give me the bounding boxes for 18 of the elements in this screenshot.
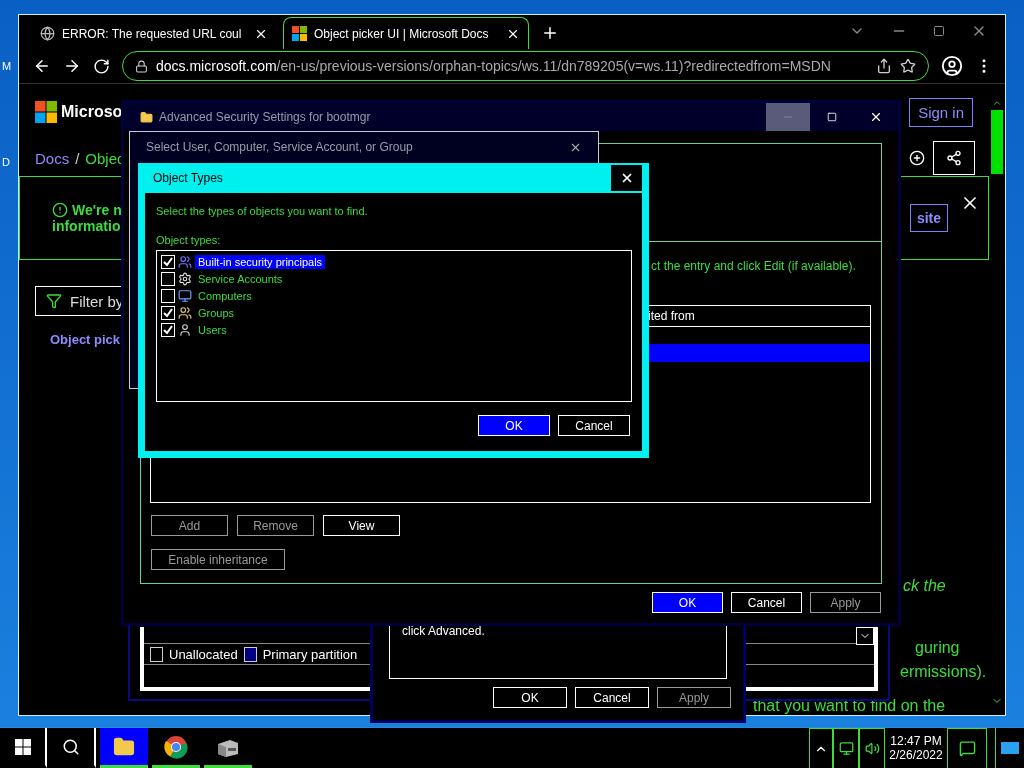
article-text: ermissions).: [900, 663, 987, 681]
notice-text: informatio: [52, 218, 122, 234]
breadcrumb-separator: /: [75, 149, 80, 167]
dialog-text: click Advanced.: [402, 624, 485, 638]
article-text: ck the: [903, 577, 946, 595]
legend-label: Unallocated: [169, 646, 238, 662]
dialog-title: Select User, Computer, Service Account, or Group: [146, 140, 413, 154]
desktop-icon-label: D: [2, 156, 10, 168]
article-text: guring: [915, 639, 960, 657]
notice-text: We're n: [72, 202, 122, 218]
window-title: Advanced Security Settings for bootmgr: [159, 110, 371, 124]
list-label: Object types:: [156, 234, 222, 246]
desktop-icon-label: M: [2, 60, 12, 72]
dialog-title: Object Types: [153, 171, 223, 185]
legend-label: Primary partition: [262, 646, 358, 662]
brand-name: Microso: [61, 103, 123, 121]
instruction-text: ct the entry and click Edit (if available).: [651, 259, 857, 273]
prompt-text: Select the types of objects you want to find.: [156, 205, 369, 217]
